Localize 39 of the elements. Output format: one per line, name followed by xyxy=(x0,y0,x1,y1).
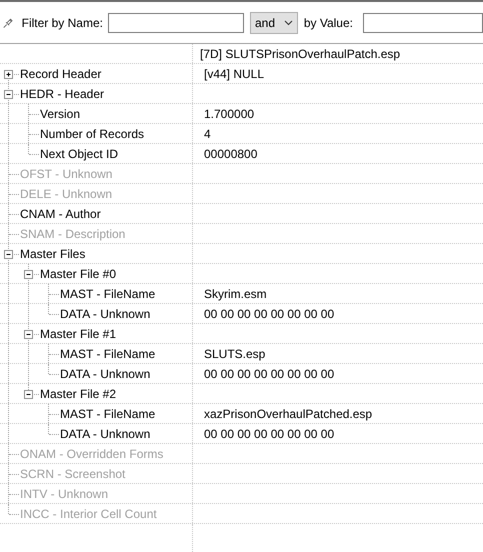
value-cell-text: xazPrisonOverhaulPatched.esp xyxy=(203,406,372,422)
value-cell-text: 00000800 xyxy=(203,146,258,162)
collapse-icon[interactable] xyxy=(24,330,33,339)
value-cell-text: SLUTS.esp xyxy=(203,346,266,362)
tree-item[interactable]: Record Header xyxy=(20,66,102,80)
value-cell-text: [v44] NULL xyxy=(203,66,264,82)
collapse-icon[interactable] xyxy=(24,270,33,279)
tree-item[interactable]: DATA - Unknown xyxy=(60,366,150,380)
column-heading: [7D] SLUTSPrisonOverhaulPatch.esp xyxy=(199,46,400,62)
collapse-icon[interactable] xyxy=(24,390,33,399)
collapse-icon[interactable] xyxy=(4,250,13,259)
filter-value-label: by Value: xyxy=(304,16,353,30)
operator-dropdown[interactable]: and xyxy=(250,12,298,34)
filter-name-label: Filter by Name: xyxy=(22,16,103,30)
tree-item[interactable]: HEDR - Header xyxy=(20,86,104,100)
value-cell-text: Skyrim.esm xyxy=(203,286,267,302)
chevron-down-icon xyxy=(284,20,293,26)
tree-item[interactable]: Master File #2 xyxy=(40,386,116,400)
value-cell-text: 00 00 00 00 00 00 00 00 xyxy=(203,426,334,442)
collapse-icon[interactable] xyxy=(4,90,13,99)
tree-item[interactable]: Master File #0 xyxy=(40,266,116,280)
tree-item[interactable]: DATA - Unknown xyxy=(60,426,150,440)
tree-item[interactable]: DATA - Unknown xyxy=(60,306,150,320)
tree-item[interactable]: Master Files xyxy=(20,246,86,260)
name-filter-field[interactable] xyxy=(108,12,244,32)
value-cell-text: 4 xyxy=(203,126,211,142)
value-cell-text: 1.700000 xyxy=(203,106,254,122)
tree-item[interactable]: Master File #1 xyxy=(40,326,116,340)
expand-icon[interactable] xyxy=(4,70,13,79)
tree-item[interactable]: MAST - FileName xyxy=(60,406,156,420)
tree-item[interactable]: CNAM - Author xyxy=(20,206,101,220)
value-cell-text: 00 00 00 00 00 00 00 00 xyxy=(203,366,334,382)
tree-item[interactable]: MAST - FileName xyxy=(60,346,156,360)
value-filter-field[interactable] xyxy=(363,12,483,32)
tree-item[interactable]: MAST - FileName xyxy=(60,286,156,300)
value-cell-text: 00 00 00 00 00 00 00 00 xyxy=(203,306,334,322)
tree-item[interactable]: Number of Records xyxy=(40,126,144,140)
tree-item[interactable]: Version xyxy=(40,106,80,120)
tree-item[interactable]: Next Object ID xyxy=(40,146,118,160)
